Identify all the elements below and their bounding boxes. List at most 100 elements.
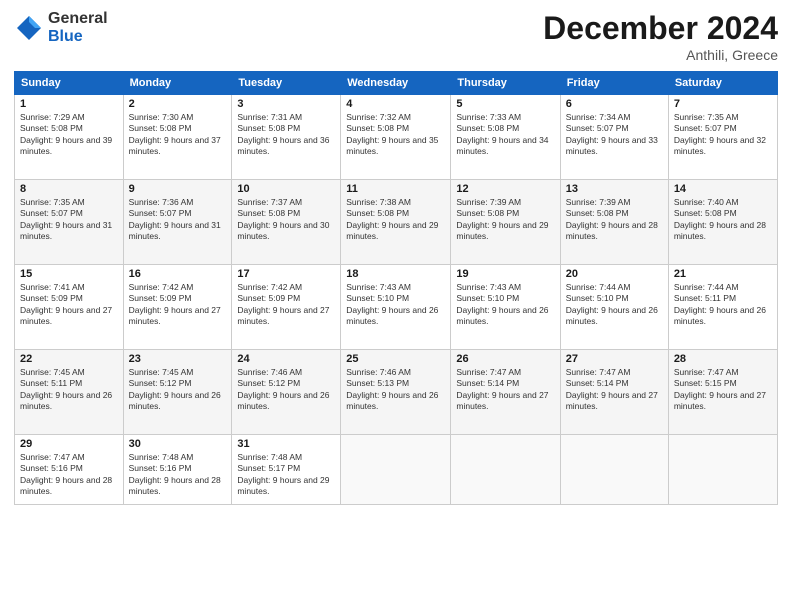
day-info: Sunrise: 7:31 AMSunset: 5:08 PMDaylight:… bbox=[237, 112, 335, 158]
week-row-5: 29 Sunrise: 7:47 AMSunset: 5:16 PMDaylig… bbox=[15, 435, 778, 505]
day-number: 30 bbox=[129, 438, 227, 450]
day-info: Sunrise: 7:44 AMSunset: 5:10 PMDaylight:… bbox=[566, 282, 663, 328]
day-number: 4 bbox=[346, 98, 445, 110]
logo: General Blue bbox=[14, 10, 108, 45]
day-cell: 13 Sunrise: 7:39 AMSunset: 5:08 PMDaylig… bbox=[560, 180, 668, 265]
day-number: 17 bbox=[237, 268, 335, 280]
day-number: 22 bbox=[20, 353, 118, 365]
day-cell: 20 Sunrise: 7:44 AMSunset: 5:10 PMDaylig… bbox=[560, 265, 668, 350]
day-info: Sunrise: 7:34 AMSunset: 5:07 PMDaylight:… bbox=[566, 112, 663, 158]
day-cell: 10 Sunrise: 7:37 AMSunset: 5:08 PMDaylig… bbox=[232, 180, 341, 265]
day-info: Sunrise: 7:39 AMSunset: 5:08 PMDaylight:… bbox=[566, 197, 663, 243]
day-info: Sunrise: 7:32 AMSunset: 5:08 PMDaylight:… bbox=[346, 112, 445, 158]
header: General Blue December 2024 Anthili, Gree… bbox=[14, 10, 778, 63]
day-info: Sunrise: 7:29 AMSunset: 5:08 PMDaylight:… bbox=[20, 112, 118, 158]
day-cell: 1 Sunrise: 7:29 AMSunset: 5:08 PMDayligh… bbox=[15, 95, 124, 180]
day-number: 20 bbox=[566, 268, 663, 280]
col-header-monday: Monday bbox=[123, 72, 232, 95]
day-info: Sunrise: 7:37 AMSunset: 5:08 PMDaylight:… bbox=[237, 197, 335, 243]
day-number: 29 bbox=[20, 438, 118, 450]
day-cell: 31 Sunrise: 7:48 AMSunset: 5:17 PMDaylig… bbox=[232, 435, 341, 505]
day-cell: 14 Sunrise: 7:40 AMSunset: 5:08 PMDaylig… bbox=[668, 180, 777, 265]
day-cell: 11 Sunrise: 7:38 AMSunset: 5:08 PMDaylig… bbox=[341, 180, 451, 265]
week-row-3: 15 Sunrise: 7:41 AMSunset: 5:09 PMDaylig… bbox=[15, 265, 778, 350]
location-subtitle: Anthili, Greece bbox=[543, 47, 778, 63]
day-number: 28 bbox=[674, 353, 772, 365]
day-number: 6 bbox=[566, 98, 663, 110]
col-header-saturday: Saturday bbox=[668, 72, 777, 95]
day-cell: 22 Sunrise: 7:45 AMSunset: 5:11 PMDaylig… bbox=[15, 350, 124, 435]
day-info: Sunrise: 7:40 AMSunset: 5:08 PMDaylight:… bbox=[674, 197, 772, 243]
col-header-tuesday: Tuesday bbox=[232, 72, 341, 95]
day-cell: 17 Sunrise: 7:42 AMSunset: 5:09 PMDaylig… bbox=[232, 265, 341, 350]
logo-text: General Blue bbox=[48, 10, 108, 45]
day-info: Sunrise: 7:42 AMSunset: 5:09 PMDaylight:… bbox=[129, 282, 227, 328]
day-cell bbox=[341, 435, 451, 505]
day-cell: 8 Sunrise: 7:35 AMSunset: 5:07 PMDayligh… bbox=[15, 180, 124, 265]
day-info: Sunrise: 7:43 AMSunset: 5:10 PMDaylight:… bbox=[346, 282, 445, 328]
day-info: Sunrise: 7:33 AMSunset: 5:08 PMDaylight:… bbox=[456, 112, 554, 158]
day-number: 18 bbox=[346, 268, 445, 280]
day-info: Sunrise: 7:36 AMSunset: 5:07 PMDaylight:… bbox=[129, 197, 227, 243]
col-header-wednesday: Wednesday bbox=[341, 72, 451, 95]
day-cell: 24 Sunrise: 7:46 AMSunset: 5:12 PMDaylig… bbox=[232, 350, 341, 435]
day-info: Sunrise: 7:45 AMSunset: 5:11 PMDaylight:… bbox=[20, 367, 118, 413]
day-info: Sunrise: 7:44 AMSunset: 5:11 PMDaylight:… bbox=[674, 282, 772, 328]
day-number: 24 bbox=[237, 353, 335, 365]
col-header-sunday: Sunday bbox=[15, 72, 124, 95]
title-block: December 2024 Anthili, Greece bbox=[543, 10, 778, 63]
day-info: Sunrise: 7:47 AMSunset: 5:15 PMDaylight:… bbox=[674, 367, 772, 413]
day-info: Sunrise: 7:47 AMSunset: 5:16 PMDaylight:… bbox=[20, 452, 118, 498]
day-number: 27 bbox=[566, 353, 663, 365]
day-info: Sunrise: 7:30 AMSunset: 5:08 PMDaylight:… bbox=[129, 112, 227, 158]
week-row-4: 22 Sunrise: 7:45 AMSunset: 5:11 PMDaylig… bbox=[15, 350, 778, 435]
day-cell: 18 Sunrise: 7:43 AMSunset: 5:10 PMDaylig… bbox=[341, 265, 451, 350]
day-number: 10 bbox=[237, 183, 335, 195]
calendar-table: SundayMondayTuesdayWednesdayThursdayFrid… bbox=[14, 71, 778, 505]
day-cell: 4 Sunrise: 7:32 AMSunset: 5:08 PMDayligh… bbox=[341, 95, 451, 180]
day-cell: 15 Sunrise: 7:41 AMSunset: 5:09 PMDaylig… bbox=[15, 265, 124, 350]
day-number: 26 bbox=[456, 353, 554, 365]
header-row: SundayMondayTuesdayWednesdayThursdayFrid… bbox=[15, 72, 778, 95]
day-cell: 29 Sunrise: 7:47 AMSunset: 5:16 PMDaylig… bbox=[15, 435, 124, 505]
day-cell: 12 Sunrise: 7:39 AMSunset: 5:08 PMDaylig… bbox=[451, 180, 560, 265]
day-info: Sunrise: 7:35 AMSunset: 5:07 PMDaylight:… bbox=[20, 197, 118, 243]
logo-icon bbox=[14, 13, 44, 43]
day-number: 2 bbox=[129, 98, 227, 110]
day-info: Sunrise: 7:35 AMSunset: 5:07 PMDaylight:… bbox=[674, 112, 772, 158]
day-cell: 2 Sunrise: 7:30 AMSunset: 5:08 PMDayligh… bbox=[123, 95, 232, 180]
day-cell: 7 Sunrise: 7:35 AMSunset: 5:07 PMDayligh… bbox=[668, 95, 777, 180]
day-cell: 23 Sunrise: 7:45 AMSunset: 5:12 PMDaylig… bbox=[123, 350, 232, 435]
day-number: 8 bbox=[20, 183, 118, 195]
day-info: Sunrise: 7:46 AMSunset: 5:13 PMDaylight:… bbox=[346, 367, 445, 413]
day-number: 15 bbox=[20, 268, 118, 280]
day-info: Sunrise: 7:43 AMSunset: 5:10 PMDaylight:… bbox=[456, 282, 554, 328]
day-info: Sunrise: 7:42 AMSunset: 5:09 PMDaylight:… bbox=[237, 282, 335, 328]
week-row-2: 8 Sunrise: 7:35 AMSunset: 5:07 PMDayligh… bbox=[15, 180, 778, 265]
day-number: 31 bbox=[237, 438, 335, 450]
day-number: 12 bbox=[456, 183, 554, 195]
day-number: 7 bbox=[674, 98, 772, 110]
day-number: 23 bbox=[129, 353, 227, 365]
day-info: Sunrise: 7:48 AMSunset: 5:16 PMDaylight:… bbox=[129, 452, 227, 498]
day-info: Sunrise: 7:46 AMSunset: 5:12 PMDaylight:… bbox=[237, 367, 335, 413]
day-cell: 27 Sunrise: 7:47 AMSunset: 5:14 PMDaylig… bbox=[560, 350, 668, 435]
day-cell: 28 Sunrise: 7:47 AMSunset: 5:15 PMDaylig… bbox=[668, 350, 777, 435]
day-info: Sunrise: 7:45 AMSunset: 5:12 PMDaylight:… bbox=[129, 367, 227, 413]
day-cell: 16 Sunrise: 7:42 AMSunset: 5:09 PMDaylig… bbox=[123, 265, 232, 350]
week-row-1: 1 Sunrise: 7:29 AMSunset: 5:08 PMDayligh… bbox=[15, 95, 778, 180]
day-cell: 25 Sunrise: 7:46 AMSunset: 5:13 PMDaylig… bbox=[341, 350, 451, 435]
day-number: 3 bbox=[237, 98, 335, 110]
day-number: 1 bbox=[20, 98, 118, 110]
day-number: 13 bbox=[566, 183, 663, 195]
day-cell: 21 Sunrise: 7:44 AMSunset: 5:11 PMDaylig… bbox=[668, 265, 777, 350]
day-cell: 6 Sunrise: 7:34 AMSunset: 5:07 PMDayligh… bbox=[560, 95, 668, 180]
day-cell bbox=[451, 435, 560, 505]
day-cell: 3 Sunrise: 7:31 AMSunset: 5:08 PMDayligh… bbox=[232, 95, 341, 180]
day-number: 5 bbox=[456, 98, 554, 110]
day-info: Sunrise: 7:38 AMSunset: 5:08 PMDaylight:… bbox=[346, 197, 445, 243]
day-number: 11 bbox=[346, 183, 445, 195]
day-number: 16 bbox=[129, 268, 227, 280]
day-number: 19 bbox=[456, 268, 554, 280]
day-cell: 30 Sunrise: 7:48 AMSunset: 5:16 PMDaylig… bbox=[123, 435, 232, 505]
